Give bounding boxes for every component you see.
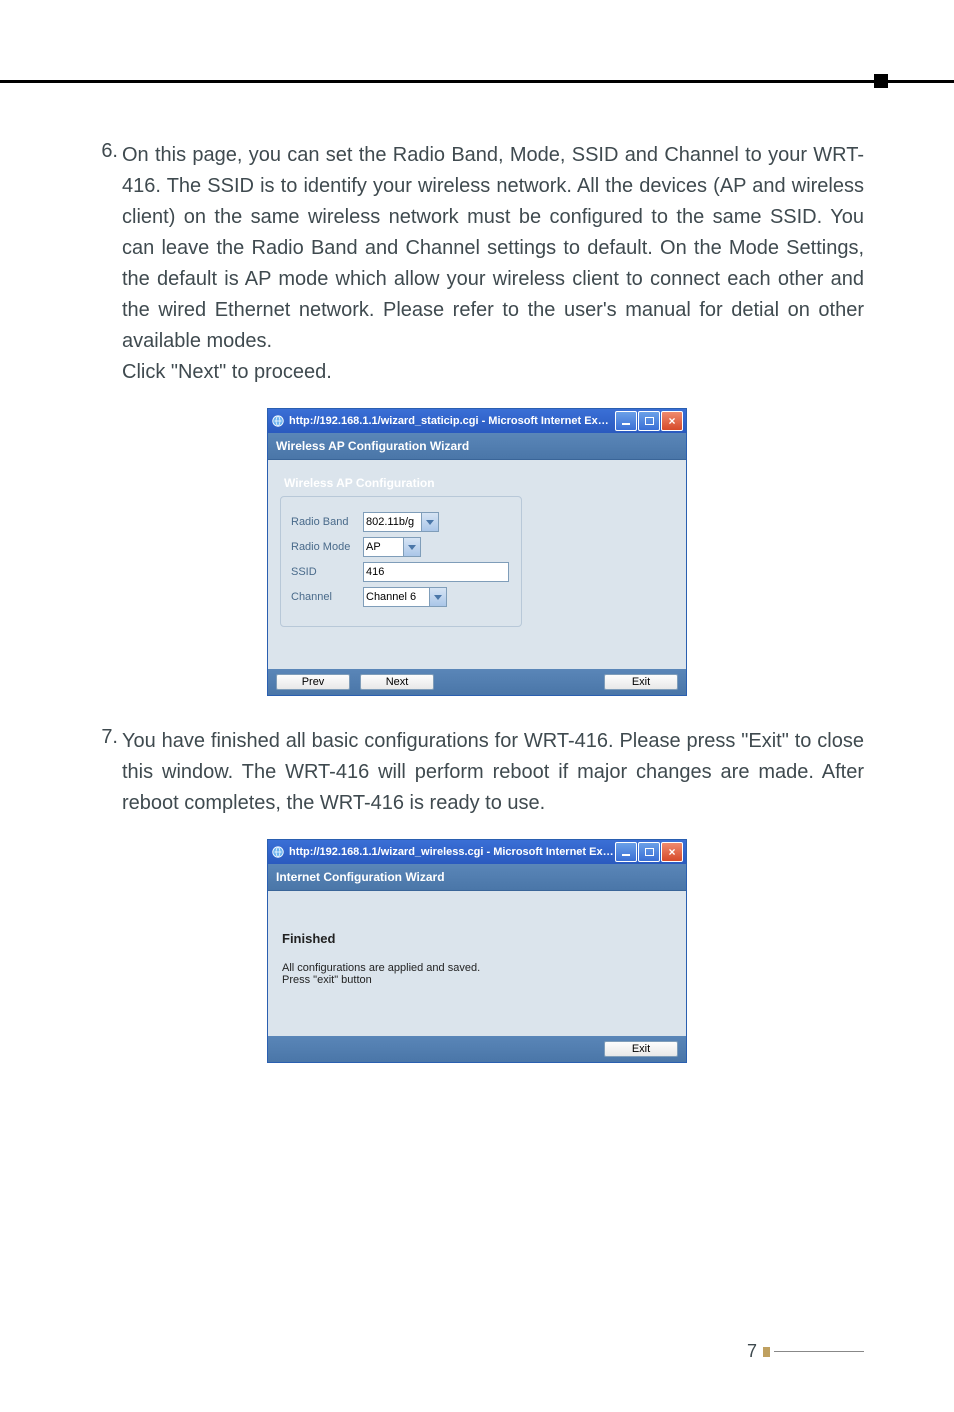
radio-mode-select[interactable]: AP (363, 537, 421, 557)
next-button[interactable]: Next (360, 674, 434, 690)
close-icon: × (668, 415, 675, 427)
step6-paragraph-2: Click "Next" to proceed. (122, 361, 332, 383)
step-text: You have finished all basic configuratio… (122, 726, 864, 819)
maximize-button[interactable] (638, 842, 660, 862)
horizontal-rule (0, 80, 954, 83)
exit-button[interactable]: Exit (604, 674, 678, 690)
radio-band-value: 802.11b/g (366, 516, 414, 528)
ssid-value: 416 (366, 566, 384, 578)
window-title: http://192.168.1.1/wizard_staticip.cgi -… (289, 415, 615, 427)
minimize-button[interactable] (615, 842, 637, 862)
channel-label: Channel (291, 591, 363, 603)
page-marker-icon (763, 1347, 770, 1357)
ie-icon (271, 414, 285, 428)
minimize-button[interactable] (615, 411, 637, 431)
ssid-input[interactable]: 416 (363, 562, 509, 582)
step-number: 6. (90, 140, 122, 388)
chevron-down-icon (403, 538, 420, 556)
finished-line2: Press "exit" button (282, 974, 672, 986)
step-6: 6. On this page, you can set the Radio B… (90, 140, 864, 388)
finished-heading: Finished (282, 931, 672, 946)
page-number: 7 (747, 1341, 757, 1362)
channel-select[interactable]: Channel 6 (363, 587, 447, 607)
finished-line1: All configurations are applied and saved… (282, 962, 672, 974)
radio-mode-value: AP (366, 541, 381, 553)
step6-paragraph: On this page, you can set the Radio Band… (122, 144, 864, 352)
close-button[interactable]: × (661, 842, 683, 862)
finished-wizard-window: http://192.168.1.1/wizard_wireless.cgi -… (267, 839, 687, 1063)
button-bar: Prev Next Exit (268, 669, 686, 695)
radio-band-select[interactable]: 802.11b/g (363, 512, 439, 532)
section-title: Wireless AP Configuration (280, 476, 674, 490)
chevron-down-icon (421, 513, 438, 531)
radio-mode-label: Radio Mode (291, 541, 363, 553)
maximize-button[interactable] (638, 411, 660, 431)
wireless-wizard-window: http://192.168.1.1/wizard_staticip.cgi -… (267, 408, 687, 696)
window-titlebar: http://192.168.1.1/wizard_wireless.cgi -… (268, 840, 686, 864)
ssid-label: SSID (291, 566, 363, 578)
prev-button[interactable]: Prev (276, 674, 350, 690)
chevron-down-icon (429, 588, 446, 606)
ie-icon (271, 845, 285, 859)
exit-button[interactable]: Exit (604, 1041, 678, 1057)
step-7: 7. You have finished all basic configura… (90, 726, 864, 819)
step-text: On this page, you can set the Radio Band… (122, 140, 864, 388)
step-number: 7. (90, 726, 122, 819)
window-title: http://192.168.1.1/wizard_wireless.cgi -… (289, 846, 615, 858)
button-bar: Exit (268, 1036, 686, 1062)
window-titlebar: http://192.168.1.1/wizard_staticip.cgi -… (268, 409, 686, 433)
wizard-header: Wireless AP Configuration Wizard (268, 433, 686, 460)
wizard-header: Internet Configuration Wizard (268, 864, 686, 891)
page-line (774, 1351, 864, 1352)
radio-band-label: Radio Band (291, 516, 363, 528)
close-icon: × (668, 846, 675, 858)
page-number-area: 7 (747, 1341, 864, 1362)
close-button[interactable]: × (661, 411, 683, 431)
channel-value: Channel 6 (366, 591, 416, 603)
